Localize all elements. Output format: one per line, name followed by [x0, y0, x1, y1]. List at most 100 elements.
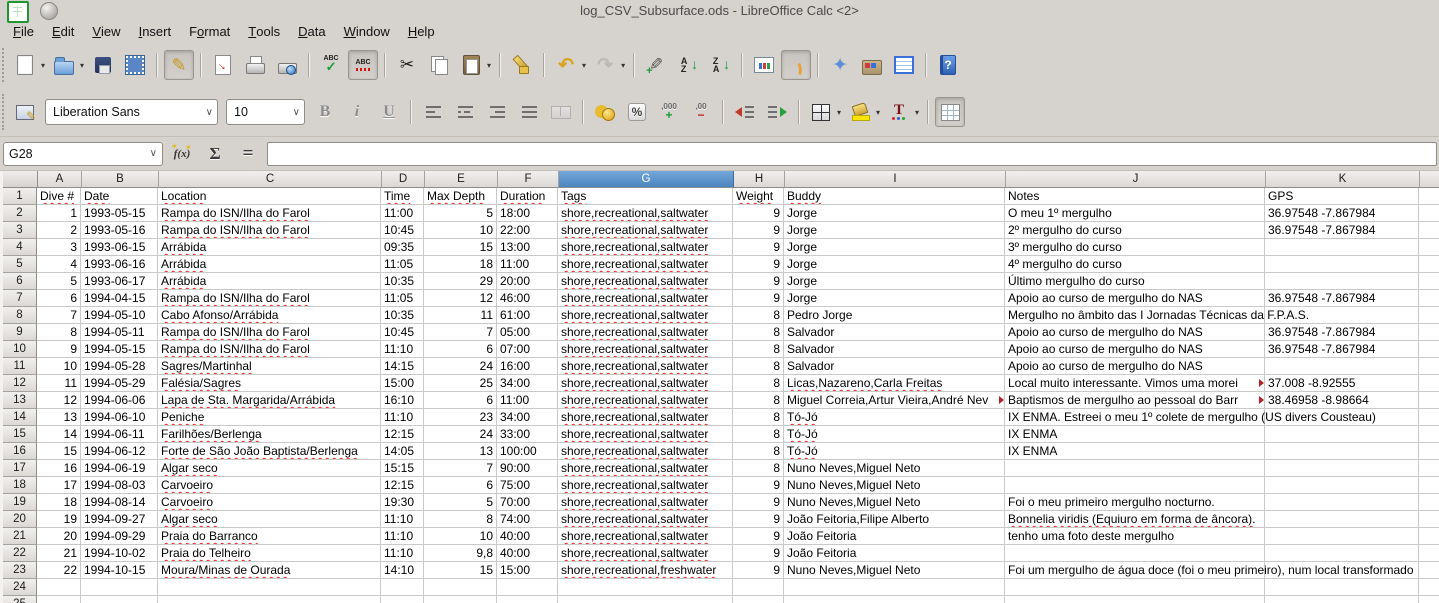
toolbar-drag-handle[interactable] [2, 94, 8, 130]
cell-B22[interactable]: 1994-10-02 [81, 545, 158, 562]
cell-B20[interactable]: 1994-09-27 [81, 511, 158, 528]
formula-button[interactable] [234, 141, 262, 167]
new-document-dropdown[interactable]: ▾ [41, 61, 45, 70]
cell-J1[interactable]: Notes [1005, 188, 1265, 205]
cell-F5[interactable]: 11:00 [497, 256, 558, 273]
row-header-4[interactable]: 4 [3, 239, 37, 256]
cell-G17[interactable]: shore,recreational,saltwater [558, 460, 733, 477]
cell-filler[interactable] [1419, 494, 1439, 511]
cell-J15[interactable]: IX ENMA [1005, 426, 1265, 443]
cell-D24[interactable] [381, 579, 424, 596]
save-button[interactable] [88, 50, 118, 80]
cell-D2[interactable]: 11:00 [381, 205, 424, 222]
cell-C4[interactable]: Arrábida [158, 239, 381, 256]
cell-H7[interactable]: 9 [733, 290, 784, 307]
cell-B19[interactable]: 1994-08-14 [81, 494, 158, 511]
cell-I6[interactable]: Jorge [784, 273, 1005, 290]
cell-A6[interactable]: 5 [37, 273, 81, 290]
cell-F22[interactable]: 40:00 [497, 545, 558, 562]
menu-edit[interactable]: Edit [43, 20, 83, 42]
cell-K16[interactable] [1265, 443, 1419, 460]
cell-E7[interactable]: 12 [424, 290, 497, 307]
menu-data[interactable]: Data [289, 20, 334, 42]
sort-ascending-button[interactable] [673, 50, 703, 80]
sort-descending-button[interactable] [705, 50, 735, 80]
cell-C16[interactable]: Forte de São João Baptista/Berlenga [158, 443, 381, 460]
cell-K12[interactable]: 37.008 -8.92555 [1265, 375, 1419, 392]
cell-J22[interactable] [1005, 545, 1265, 562]
cell-J4[interactable]: 3º mergulho do curso [1005, 239, 1265, 256]
copy-button[interactable] [424, 50, 454, 80]
cell-C18[interactable]: Carvoeiro [158, 477, 381, 494]
cell-J16[interactable]: IX ENMA [1005, 443, 1265, 460]
data-sources-button[interactable] [889, 50, 919, 80]
insert-chart-button[interactable] [749, 50, 779, 80]
cell-A3[interactable]: 2 [37, 222, 81, 239]
borders-button[interactable] [806, 97, 836, 127]
cell-B25[interactable] [81, 596, 158, 603]
row-header-24[interactable]: 24 [3, 579, 37, 596]
cell-F21[interactable]: 40:00 [497, 528, 558, 545]
cell-E16[interactable]: 13 [424, 443, 497, 460]
insert-comment-button[interactable] [641, 50, 671, 80]
cell-J14[interactable]: IX ENMA. Estreei o meu 1º colete de merg… [1005, 409, 1265, 426]
cell-D6[interactable]: 10:35 [381, 273, 424, 290]
cell-B4[interactable]: 1993-06-15 [81, 239, 158, 256]
cell-I25[interactable] [784, 596, 1005, 603]
decrease-indent-button[interactable] [730, 97, 760, 127]
column-header-J[interactable]: J [1006, 171, 1266, 188]
new-document-button[interactable] [10, 50, 40, 80]
select-all-corner[interactable] [3, 171, 38, 188]
toolbar-drag-handle[interactable] [2, 48, 8, 82]
cell-F16[interactable]: 100:00 [497, 443, 558, 460]
cell-G6[interactable]: shore,recreational,saltwater [558, 273, 733, 290]
cell-K4[interactable] [1265, 239, 1419, 256]
cell-C25[interactable] [158, 596, 381, 603]
cell-G18[interactable]: shore,recreational,saltwater [558, 477, 733, 494]
cell-E9[interactable]: 7 [424, 324, 497, 341]
row-header-14[interactable]: 14 [3, 409, 37, 426]
cell-F3[interactable]: 22:00 [497, 222, 558, 239]
cell-J25[interactable] [1005, 596, 1265, 603]
background-color-dropdown[interactable]: ▾ [876, 108, 880, 117]
borders-dropdown[interactable]: ▾ [837, 108, 841, 117]
row-header-7[interactable]: 7 [3, 290, 37, 307]
cell-B9[interactable]: 1994-05-11 [81, 324, 158, 341]
row-header-25[interactable]: 25 [3, 596, 37, 603]
cell-J17[interactable] [1005, 460, 1265, 477]
cell-C23[interactable]: Moura/Minas de Ourada [158, 562, 381, 579]
cell-H17[interactable]: 8 [733, 460, 784, 477]
cell-G20[interactable]: shore,recreational,saltwater [558, 511, 733, 528]
cell-G22[interactable]: shore,recreational,saltwater [558, 545, 733, 562]
column-header-D[interactable]: D [382, 171, 425, 188]
sum-button[interactable] [201, 141, 229, 167]
cell-filler[interactable] [1419, 579, 1439, 596]
cell-H23[interactable]: 9 [733, 562, 784, 579]
cell-D15[interactable]: 12:15 [381, 426, 424, 443]
cell-E8[interactable]: 11 [424, 307, 497, 324]
cell-G3[interactable]: shore,recreational,saltwater [558, 222, 733, 239]
cell-J5[interactable]: 4º mergulho do curso [1005, 256, 1265, 273]
cell-E6[interactable]: 29 [424, 273, 497, 290]
cell-J7[interactable]: Apoio ao curso de mergulho do NAS [1005, 290, 1265, 307]
row-header-23[interactable]: 23 [3, 562, 37, 579]
cell-C8[interactable]: Cabo Afonso/Arrábida [158, 307, 381, 324]
cell-filler[interactable] [1419, 324, 1439, 341]
cell-H24[interactable] [733, 579, 784, 596]
cell-E11[interactable]: 24 [424, 358, 497, 375]
cell-C14[interactable]: Peniche [158, 409, 381, 426]
cell-D23[interactable]: 14:10 [381, 562, 424, 579]
cell-I2[interactable]: Jorge [784, 205, 1005, 222]
cell-filler[interactable] [1419, 545, 1439, 562]
cell-E3[interactable]: 10 [424, 222, 497, 239]
cut-button[interactable] [392, 50, 422, 80]
cell-filler[interactable] [1419, 256, 1439, 273]
show-draw-functions-button[interactable] [781, 50, 811, 80]
cell-A14[interactable]: 13 [37, 409, 81, 426]
cell-A7[interactable]: 6 [37, 290, 81, 307]
cell-C2[interactable]: Rampa do ISN/Ilha do Farol [158, 205, 381, 222]
clone-formatting-button[interactable] [507, 50, 537, 80]
cell-B18[interactable]: 1994-08-03 [81, 477, 158, 494]
cell-H19[interactable]: 9 [733, 494, 784, 511]
cell-G14[interactable]: shore,recreational,saltwater [558, 409, 733, 426]
